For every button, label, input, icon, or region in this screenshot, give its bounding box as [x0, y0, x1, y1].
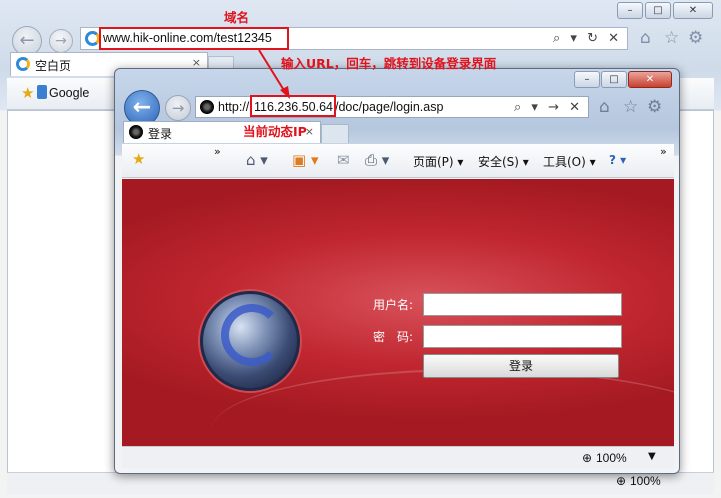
annotation-arrow [258, 49, 290, 99]
